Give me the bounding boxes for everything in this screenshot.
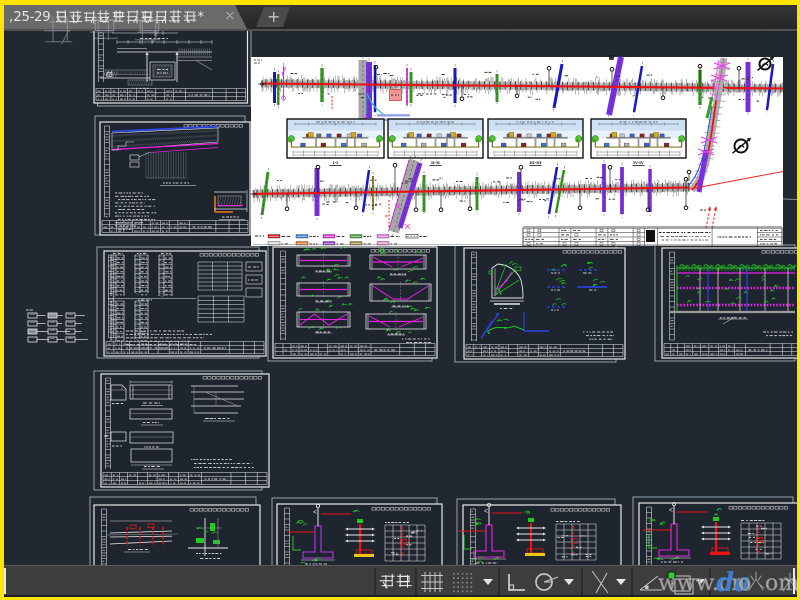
svg-text:2: 2 (34, 10, 42, 25)
sheet-s5a (90, 497, 260, 575)
svg-text:9: 9 (42, 10, 50, 25)
osnap-tracking-icon[interactable] (592, 571, 608, 593)
status-bar: www.cndaoom (4, 565, 797, 597)
svg-text:III-III: III-III (529, 160, 541, 165)
chevron-down-icon[interactable] (616, 579, 626, 585)
block-legend (26, 310, 88, 342)
model-space-canvas[interactable]: I-I II-II III-III IV-IV (4, 31, 797, 597)
sheet-s3b (268, 244, 437, 361)
svg-text:5: 5 (22, 10, 30, 25)
tab-close-icon[interactable]: × (224, 8, 236, 24)
svg-text:I-I: I-I (333, 160, 338, 165)
chevron-down-icon[interactable] (483, 579, 493, 585)
watermark-bottom-right: www.cndaoom (658, 568, 797, 597)
svg-text:*: * (197, 10, 204, 25)
model-space-button[interactable] (380, 574, 411, 587)
svg-text:IV-IV: IV-IV (633, 160, 644, 165)
sheet-s3a (97, 247, 266, 358)
sheet-s4 (94, 371, 269, 490)
svg-text:o: o (738, 571, 751, 596)
svg-text:2: 2 (13, 10, 21, 25)
sheet-s1 (94, 31, 251, 106)
app-window: ,25-29* × + I-III-IIIII-IIIIV-IV www.cnd… (0, 0, 800, 600)
polar-icon[interactable] (536, 574, 558, 590)
new-tab-plus-icon[interactable]: + (267, 7, 280, 26)
sheet-s3d (655, 245, 797, 361)
grid-snap-icon[interactable] (421, 572, 443, 592)
grid-dots-icon[interactable] (453, 573, 472, 592)
chevron-down-icon[interactable] (564, 579, 574, 585)
svg-text:II-II: II-II (431, 160, 440, 165)
status-left-strip (4, 568, 6, 594)
status-bar-icons: www.cndaoom (4, 566, 797, 597)
drawing-canvas-svg: I-I II-II III-III IV-IV (4, 31, 797, 597)
drawing-tab-bar: ,25-29* × + (4, 5, 797, 29)
status-right-strip (793, 568, 795, 594)
plan-sheet-white: I-I II-II III-III IV-IV (250, 53, 783, 246)
sheet-s3c (455, 245, 625, 362)
ortho-icon[interactable] (509, 574, 525, 590)
drawing-tab-title: ,25-29* (4, 5, 304, 29)
sheet-s2 (95, 116, 250, 235)
